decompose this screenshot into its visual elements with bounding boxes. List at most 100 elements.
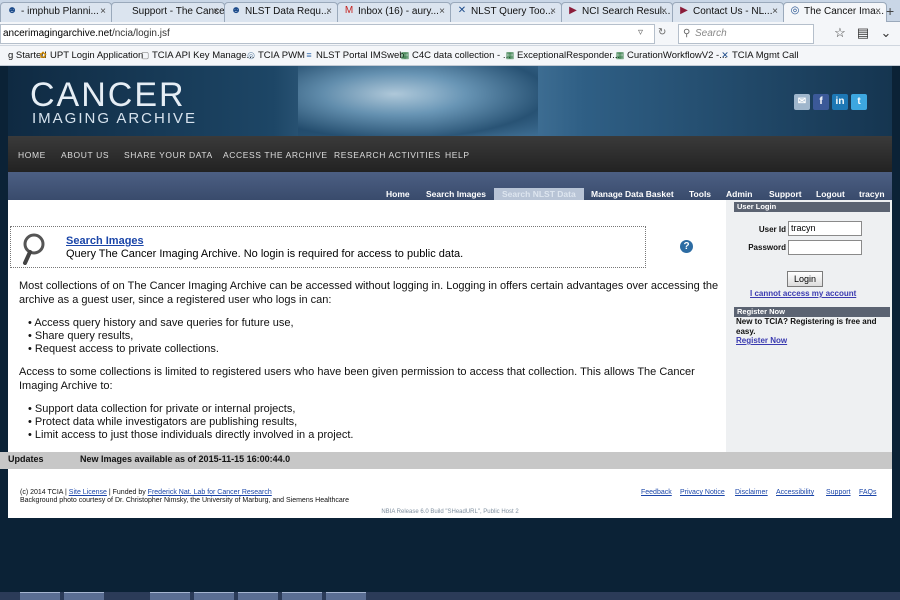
browser-tab[interactable]: ▶ Contact Us - NL... × xyxy=(672,2,784,22)
tool-icon: ✕ xyxy=(457,5,467,16)
nav-home[interactable]: HOME xyxy=(18,150,46,160)
footer-link-privacy[interactable]: Privacy Notice xyxy=(680,489,725,496)
browser-tab[interactable]: Support - The Cance... × xyxy=(111,2,225,22)
site-license-link[interactable]: Site License xyxy=(69,489,107,496)
appnav-support[interactable]: Support xyxy=(769,189,802,199)
close-tab-icon[interactable]: × xyxy=(550,3,556,21)
taskbar-button[interactable] xyxy=(238,592,278,600)
top-nav: HOME ABOUT US SHARE YOUR DATA ACCESS THE… xyxy=(8,136,892,172)
bookmark-item[interactable]: ◎ TCIA PWM xyxy=(246,49,305,63)
nav-research-activities[interactable]: RESEARCH ACTIVITIES xyxy=(334,150,441,160)
footer-link-feedback[interactable]: Feedback xyxy=(641,489,672,496)
appnav-admin[interactable]: Admin xyxy=(726,189,752,199)
password-input[interactable] xyxy=(788,240,862,255)
browser-tab[interactable]: ✕ NLST Query Too... × xyxy=(450,2,562,22)
appnav-search-nlst-data[interactable]: Search NLST Data xyxy=(494,188,584,200)
nav-access-the-archive[interactable]: ACCESS THE ARCHIVE xyxy=(223,150,328,160)
close-tab-icon[interactable]: × xyxy=(100,3,106,21)
nav-help[interactable]: HELP xyxy=(445,150,470,160)
login-header: User Login xyxy=(734,202,890,212)
tool-icon: ✕ xyxy=(721,50,729,60)
fnl-link[interactable]: Frederick Nat. Lab for Cancer Research xyxy=(148,489,272,496)
bookmark-item[interactable]: ▦ C4C data collection - ... xyxy=(400,49,511,63)
taskbar-button[interactable] xyxy=(20,592,60,600)
cannot-access-link[interactable]: I cannot access my account xyxy=(750,289,856,298)
close-tab-icon[interactable]: × xyxy=(875,3,881,21)
appnav-manage-data-basket[interactable]: Manage Data Basket xyxy=(591,189,674,199)
new-tab-button[interactable]: + xyxy=(886,3,900,21)
appnav-logout[interactable]: Logout xyxy=(816,189,845,199)
bookmark-item[interactable]: ▢ TCIA API Key Manage... xyxy=(140,49,255,63)
linkedin-icon[interactable]: in xyxy=(832,94,848,110)
dropdown-icon[interactable]: ▿ xyxy=(638,24,643,42)
reload-icon[interactable]: ↻ xyxy=(658,24,666,42)
bookmark-item[interactable]: ▦ ExceptionalResponder... xyxy=(505,49,620,63)
globe-icon: ◎ xyxy=(790,5,800,16)
release-info: NBIA Release 6.0 Build "SHeadURL", Publi… xyxy=(381,509,519,515)
register-link[interactable]: Register Now xyxy=(736,336,787,345)
reading-list-icon[interactable]: ▤ xyxy=(855,25,871,41)
taskbar-button[interactable] xyxy=(326,592,366,600)
register-text: New to TCIA? Registering is free and eas… xyxy=(736,317,877,336)
nav-share-your-data[interactable]: SHARE YOUR DATA xyxy=(124,150,213,160)
close-tab-icon[interactable]: × xyxy=(772,3,778,21)
browser-tab-strip: ☻ - imphub Planni... × Support - The Cance… xyxy=(0,0,900,22)
globe-icon: ◎ xyxy=(247,50,255,60)
close-tab-icon[interactable]: × xyxy=(326,3,332,21)
bookmark-item[interactable]: ✕ TCIA Mgmt Call xyxy=(720,49,798,63)
browser-tab[interactable]: ▶ NCI Search Resul... × xyxy=(561,2,673,22)
app-nav: Home Search Images Search NLST Data Mana… xyxy=(8,172,892,200)
updates-label: Updates xyxy=(8,454,44,464)
appnav-tools[interactable]: Tools xyxy=(689,189,711,199)
taskbar-button[interactable] xyxy=(194,592,234,600)
appnav-home[interactable]: Home xyxy=(386,189,410,199)
close-tab-icon[interactable]: × xyxy=(213,3,219,21)
footer-link-support[interactable]: Support xyxy=(826,489,851,496)
footer-link-faqs[interactable]: FAQs xyxy=(859,489,877,496)
list-icon: ≡ xyxy=(306,50,312,60)
userid-input[interactable]: tracyn xyxy=(788,221,862,236)
footer-link-accessibility[interactable]: Accessibility xyxy=(776,489,814,496)
register-header: Register Now xyxy=(734,307,890,317)
nav-about-us[interactable]: ABOUT US xyxy=(61,150,109,160)
address-bar[interactable]: ancerimagingarchive.net/ncia/login.jsf xyxy=(0,24,655,44)
taskbar-button[interactable] xyxy=(64,592,104,600)
browser-tab[interactable]: ☻ - imphub Planni... × xyxy=(0,2,112,22)
pocket-icon[interactable]: ⌄ xyxy=(878,25,894,41)
video-icon: ▶ xyxy=(569,5,577,16)
password-label: Password xyxy=(748,243,786,252)
magnifier-icon xyxy=(23,233,45,265)
login-button[interactable]: Login xyxy=(787,271,823,287)
help-icon[interactable]: ? xyxy=(680,240,693,253)
page-icon: ▢ xyxy=(140,50,150,60)
browser-tab[interactable]: ☻ NLST Data Requ... × xyxy=(224,2,338,22)
email-icon[interactable]: ✉ xyxy=(794,94,810,110)
bookmark-star-icon[interactable]: ☆ xyxy=(832,25,848,41)
appnav-search-images[interactable]: Search Images xyxy=(426,189,486,199)
bookmark-item[interactable]: ≡ NLST Portal IMSweb xyxy=(304,49,404,63)
list-item: • Share query results, xyxy=(28,330,134,342)
footer-link-disclaimer[interactable]: Disclaimer xyxy=(735,489,768,496)
list-item: • Limit access to just those individuals… xyxy=(28,429,354,441)
close-tab-icon[interactable]: × xyxy=(439,3,445,21)
close-tab-icon[interactable]: × xyxy=(661,3,667,21)
facebook-icon[interactable]: f xyxy=(813,94,829,110)
bookmark-item[interactable]: ✿ UPT Login Application xyxy=(38,49,143,63)
bookmark-item[interactable]: ▦ CurationWorkflowV2 -... xyxy=(615,49,727,63)
browser-tab[interactable]: M Inbox (16) - aury... × xyxy=(337,2,451,22)
taskbar-button[interactable] xyxy=(150,592,190,600)
appnav-username: tracyn xyxy=(859,189,885,199)
banner-photo xyxy=(298,66,538,136)
flower-icon: ✿ xyxy=(39,50,47,60)
sheet-icon: ▦ xyxy=(400,50,410,60)
search-icon: ⚲ xyxy=(683,28,691,39)
twitter-icon[interactable]: t xyxy=(851,94,867,110)
photo-credit: Background photo courtesy of Dr. Christo… xyxy=(20,497,350,504)
people-icon: ☻ xyxy=(6,5,18,16)
search-images-description: Query The Cancer Imaging Archive. No log… xyxy=(66,248,464,260)
browser-tab-active[interactable]: ◎ The Cancer Ima... × xyxy=(783,2,887,22)
page-icon xyxy=(117,5,129,17)
search-images-link[interactable]: Search Images xyxy=(66,235,144,247)
browser-search-input[interactable]: ⚲ Search xyxy=(678,24,814,44)
taskbar-button[interactable] xyxy=(282,592,322,600)
